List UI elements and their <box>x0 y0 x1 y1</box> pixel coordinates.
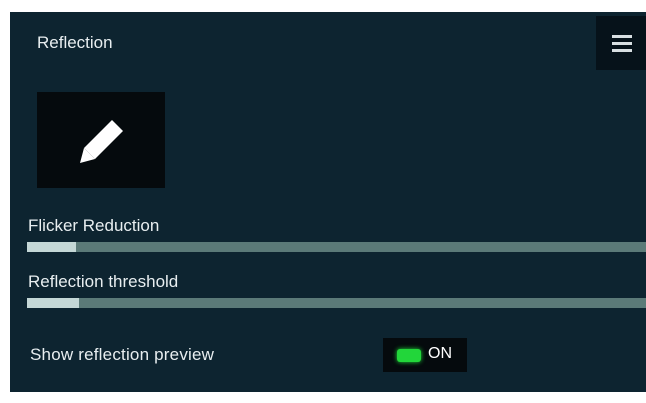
flicker-reduction-slider-fill <box>27 242 76 252</box>
reflection-threshold-label: Reflection threshold <box>28 272 179 291</box>
toggle-on-indicator <box>397 349 421 362</box>
toggle-state-text: ON <box>428 345 452 362</box>
flicker-reduction-label: Flicker Reduction <box>28 216 160 235</box>
menu-button[interactable] <box>596 16 646 70</box>
reflection-threshold-slider[interactable] <box>27 298 646 308</box>
show-reflection-preview-label: Show reflection preview <box>30 345 215 364</box>
reflection-panel: Reflection Flicker Reduction Reflection … <box>10 12 646 392</box>
flicker-reduction-slider[interactable] <box>27 242 646 252</box>
show-reflection-preview-toggle[interactable]: ON <box>383 338 467 372</box>
edit-button[interactable] <box>37 92 165 188</box>
panel-title: Reflection <box>37 33 113 52</box>
reflection-threshold-slider-fill <box>27 298 79 308</box>
pencil-icon <box>80 120 123 163</box>
